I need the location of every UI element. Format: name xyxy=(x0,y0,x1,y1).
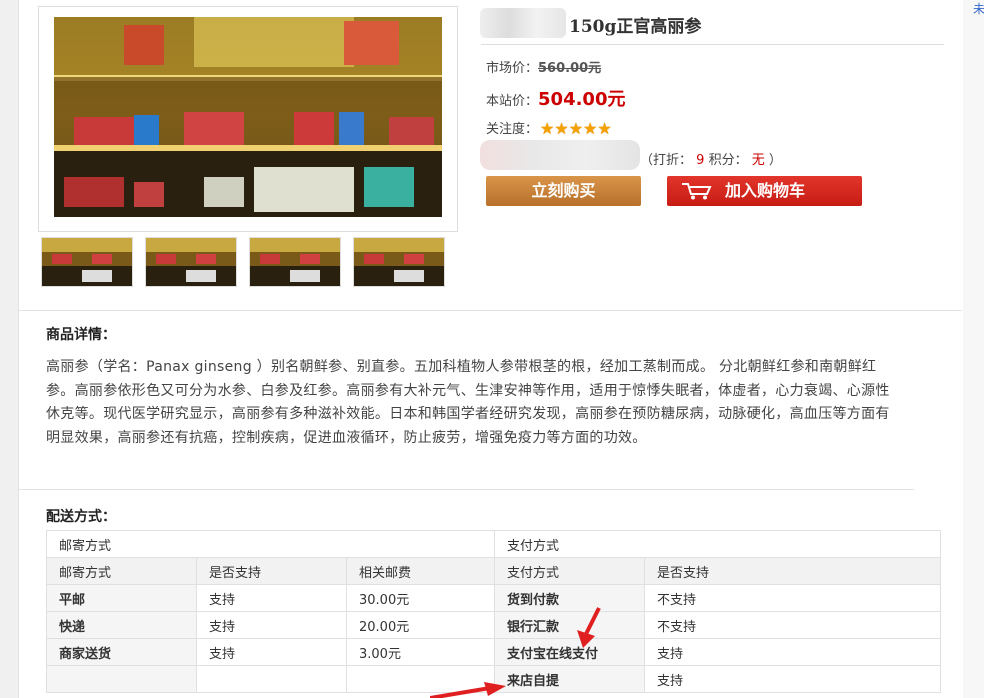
our-price-label: 本站价： xyxy=(486,94,539,109)
pay-support: 不支持 xyxy=(644,611,941,639)
annotation-arrow-icon xyxy=(430,682,506,698)
mail-method xyxy=(46,665,197,693)
add-to-cart-button[interactable]: 加入购物车 xyxy=(667,176,862,206)
title-divider xyxy=(481,44,944,45)
pay-support: 不支持 xyxy=(644,584,941,612)
market-price-value: 560.00元 xyxy=(538,61,602,76)
mail-fee: 30.00元 xyxy=(346,584,495,612)
delivery-table: 邮寄方式 支付方式 邮寄方式 是否支持 相关邮费 支付方式 是否支持 平邮 支持… xyxy=(46,530,941,693)
our-price-value: 504.00元 xyxy=(538,89,626,110)
table-subheader-row: 邮寄方式 是否支持 相关邮费 支付方式 是否支持 xyxy=(46,557,941,585)
cart-icon xyxy=(682,183,712,200)
mail-support: 支持 xyxy=(196,611,347,639)
section-divider xyxy=(18,310,962,311)
blurred-region xyxy=(480,140,640,170)
thumbnail-3[interactable] xyxy=(249,237,341,287)
blurred-region xyxy=(480,8,566,38)
column-header: 是否支持 xyxy=(644,557,941,585)
sidebar-edge-text: 未 xyxy=(973,2,984,16)
pay-method: 支付宝在线支付 xyxy=(494,638,645,666)
column-header: 邮寄方式 xyxy=(46,557,197,585)
pay-method: 来店自提 xyxy=(494,665,645,693)
star-icon: ★ xyxy=(568,119,584,138)
points-value: 无 xyxy=(751,153,765,168)
star-icon: ★ xyxy=(554,119,569,138)
market-price-label: 市场价： xyxy=(486,61,539,76)
mail-fee: 20.00元 xyxy=(346,611,495,639)
mail-method: 平邮 xyxy=(46,584,197,612)
market-price-row: 市场价：560.00元 xyxy=(486,57,601,76)
discount-open: （打折： xyxy=(640,153,693,168)
star-icon: ★ xyxy=(583,119,598,138)
buy-now-button[interactable]: 立刻购买 xyxy=(486,176,641,206)
product-title: 150g正官高丽参 xyxy=(569,17,702,37)
table-row: 快递 支持 20.00元 银行汇款 不支持 xyxy=(46,611,941,639)
discount-row: （打折： 9 积分： 无 ） xyxy=(640,149,782,168)
pay-support: 支持 xyxy=(644,638,941,666)
discount-close: ） xyxy=(768,153,782,168)
details-heading: 商品详情： xyxy=(46,327,116,343)
pay-method: 货到付款 xyxy=(494,584,645,612)
thumbnail-4[interactable] xyxy=(353,237,445,287)
mail-support xyxy=(196,665,347,693)
column-header: 相关邮费 xyxy=(346,557,495,585)
mail-support: 支持 xyxy=(196,638,347,666)
mail-support: 支持 xyxy=(196,584,347,612)
our-price-row: 本站价：504.00元 xyxy=(486,85,625,111)
table-header-row: 邮寄方式 支付方式 xyxy=(46,530,941,558)
mail-method: 快递 xyxy=(46,611,197,639)
column-header: 是否支持 xyxy=(196,557,347,585)
right-sidebar-edge: 未 xyxy=(963,0,984,698)
thumbnail-2[interactable] xyxy=(145,237,237,287)
table-row: 平邮 支持 30.00元 货到付款 不支持 xyxy=(46,584,941,612)
add-to-cart-label: 加入购物车 xyxy=(725,181,806,200)
column-header: 支付方式 xyxy=(494,557,645,585)
mail-fee: 3.00元 xyxy=(346,638,495,666)
shelf-photo xyxy=(54,17,442,217)
table-row: 商家送货 支持 3.00元 支付宝在线支付 支持 xyxy=(46,638,941,666)
rating-stars: ★★★★★ xyxy=(540,121,612,138)
details-text: 高丽参（学名：Panax ginseng ）别名朝鲜参、别直参。五加科植物人参带… xyxy=(46,359,890,446)
delivery-heading: 配送方式： xyxy=(46,509,116,525)
section-divider xyxy=(18,489,914,490)
attention-row: 关注度： ★★★★★ xyxy=(486,118,612,138)
star-icon: ★ xyxy=(540,119,555,138)
product-main-image[interactable] xyxy=(38,6,458,232)
annotation-arrow-icon xyxy=(577,607,601,648)
star-icon: ★ xyxy=(597,119,612,138)
attention-label: 关注度： xyxy=(486,122,539,137)
discount-value: 9 xyxy=(696,153,705,168)
thumbnail-1[interactable] xyxy=(41,237,133,287)
pay-header: 支付方式 xyxy=(494,530,941,558)
pay-method: 银行汇款 xyxy=(494,611,645,639)
mail-method: 商家送货 xyxy=(46,638,197,666)
pay-support: 支持 xyxy=(644,665,941,693)
mail-header: 邮寄方式 xyxy=(46,530,495,558)
points-label: 积分： xyxy=(708,153,748,168)
